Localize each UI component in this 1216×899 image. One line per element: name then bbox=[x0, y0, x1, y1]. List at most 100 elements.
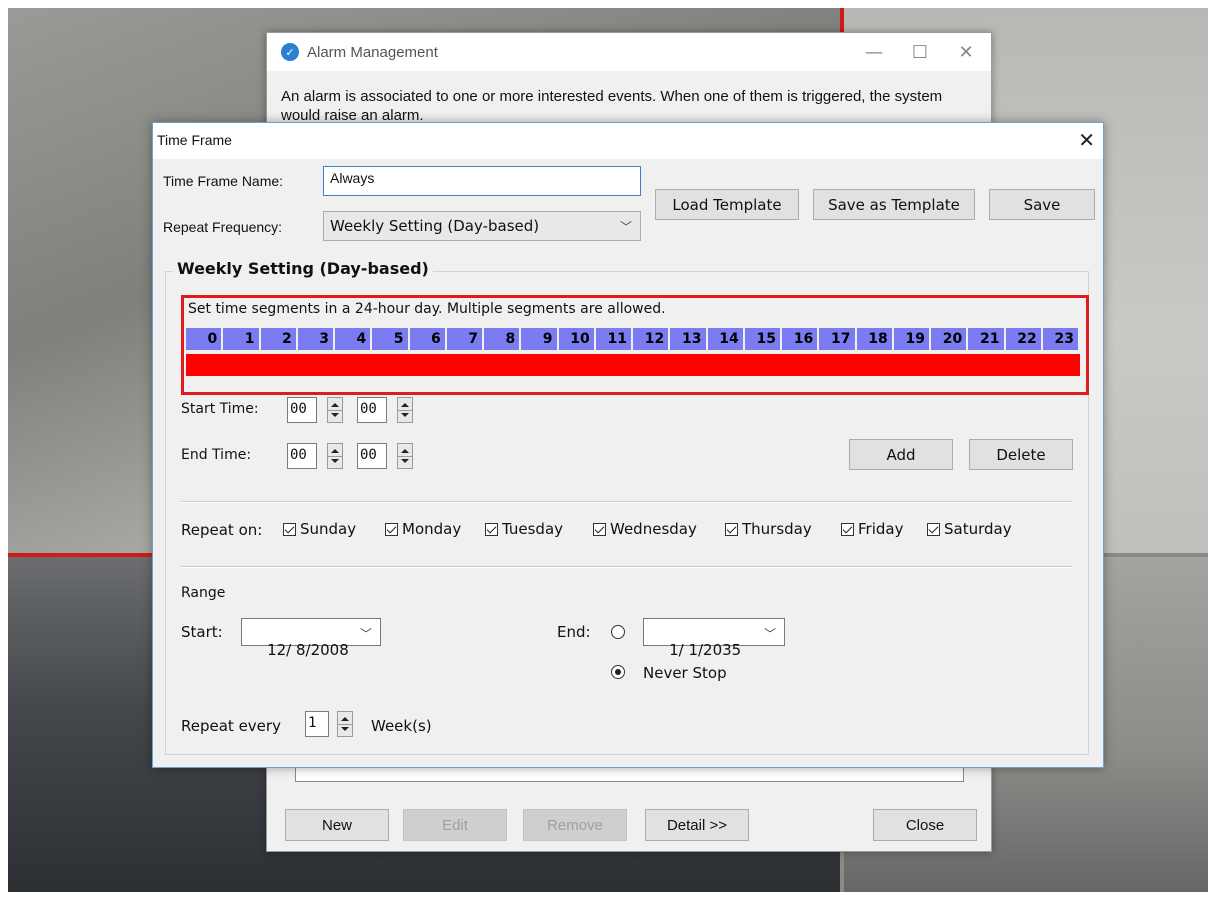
range-label: Range bbox=[181, 585, 226, 601]
repeat-day-tuesday-checkbox[interactable]: Tuesday bbox=[485, 520, 563, 538]
repeat-frequency-label: Repeat Frequency: bbox=[163, 219, 283, 235]
repeat-day-monday-checkbox[interactable]: Monday bbox=[385, 520, 461, 538]
start-hour-spinner[interactable] bbox=[327, 397, 343, 423]
close-icon[interactable]: ✕ bbox=[1078, 128, 1095, 153]
weekly-setting-title: Weekly Setting (Day-based) bbox=[173, 259, 433, 278]
day-label: Tuesday bbox=[502, 520, 564, 538]
delete-segment-button[interactable]: Delete bbox=[969, 439, 1073, 470]
day-label: Monday bbox=[402, 520, 462, 538]
hour-cell[interactable]: 11 bbox=[595, 328, 633, 350]
repeat-day-friday-checkbox[interactable]: Friday bbox=[841, 520, 903, 538]
maximize-button[interactable]: ☐ bbox=[897, 33, 943, 71]
remove-alarm-button[interactable]: Remove bbox=[523, 809, 627, 841]
range-end-date: 1/ 1/2035 bbox=[669, 641, 742, 659]
start-minute-input[interactable]: 00 bbox=[357, 397, 387, 423]
hour-cell[interactable]: 14 bbox=[707, 328, 745, 350]
repeat-frequency-select[interactable]: Weekly Setting (Day-based) ﹀ bbox=[323, 211, 641, 241]
chevron-down-icon: ﹀ bbox=[763, 627, 776, 641]
repeat-day-thursday-checkbox[interactable]: Thursday bbox=[725, 520, 812, 538]
end-date-radio[interactable] bbox=[611, 625, 625, 639]
hour-cell[interactable]: 23 bbox=[1042, 328, 1080, 350]
hour-cell[interactable]: 6 bbox=[409, 328, 447, 350]
day-label: Thursday bbox=[742, 520, 812, 538]
day-label: Sunday bbox=[300, 520, 357, 538]
timeline-editor[interactable]: Set time segments in a 24-hour day. Mult… bbox=[181, 295, 1089, 395]
start-minute-spinner[interactable] bbox=[397, 397, 413, 423]
checkbox-checked-icon bbox=[283, 522, 296, 536]
load-template-button[interactable]: Load Template bbox=[655, 189, 799, 220]
time-frame-title: Time Frame bbox=[157, 132, 232, 148]
app-icon: ✓ bbox=[281, 43, 299, 61]
hour-cell[interactable]: 13 bbox=[670, 328, 708, 350]
hour-cell[interactable]: 4 bbox=[335, 328, 373, 350]
end-minute-input[interactable]: 00 bbox=[357, 443, 387, 469]
hour-cell[interactable]: 5 bbox=[372, 328, 410, 350]
end-time-label: End Time: bbox=[181, 447, 252, 463]
hour-cell[interactable]: 1 bbox=[223, 328, 261, 350]
start-hour-input[interactable]: 00 bbox=[287, 397, 317, 423]
never-stop-label: Never Stop bbox=[643, 664, 727, 682]
chevron-down-icon: ﹀ bbox=[619, 220, 632, 234]
save-button[interactable]: Save bbox=[989, 189, 1095, 220]
hour-cell[interactable]: 16 bbox=[782, 328, 820, 350]
alarm-window-title: Alarm Management bbox=[307, 43, 438, 61]
end-hour-input[interactable]: 00 bbox=[287, 443, 317, 469]
checkbox-checked-icon bbox=[927, 522, 940, 536]
edit-alarm-button[interactable]: Edit bbox=[403, 809, 507, 841]
range-start-label: Start: bbox=[181, 623, 223, 641]
end-minute-spinner[interactable] bbox=[397, 443, 413, 469]
repeat-day-sunday-checkbox[interactable]: Sunday bbox=[283, 520, 356, 538]
hour-scale: 0 1 2 3 4 5 6 7 8 9 10 11 12 13 14 15 16 17 18 19 20 21 22 23 bbox=[186, 328, 1080, 350]
close-window-button[interactable]: ✕ bbox=[943, 33, 989, 71]
start-time-label: Start Time: bbox=[181, 401, 259, 417]
checkbox-checked-icon bbox=[485, 522, 498, 536]
hour-cell[interactable]: 22 bbox=[1005, 328, 1043, 350]
checkbox-checked-icon bbox=[725, 522, 738, 536]
time-segment-bar[interactable] bbox=[186, 354, 1080, 376]
repeat-every-input[interactable]: 1 bbox=[305, 711, 329, 737]
hour-cell[interactable]: 8 bbox=[484, 328, 522, 350]
hour-cell[interactable]: 9 bbox=[521, 328, 559, 350]
hour-cell[interactable]: 2 bbox=[260, 328, 298, 350]
checkbox-checked-icon bbox=[385, 522, 398, 536]
detail-button[interactable]: Detail >> bbox=[645, 809, 749, 841]
time-frame-name-label: Time Frame Name: bbox=[163, 173, 284, 189]
add-segment-button[interactable]: Add bbox=[849, 439, 953, 470]
new-alarm-button[interactable]: New bbox=[285, 809, 389, 841]
range-start-date: 12/ 8/2008 bbox=[267, 641, 349, 659]
chevron-down-icon: ﹀ bbox=[359, 627, 372, 641]
hour-cell[interactable]: 15 bbox=[744, 328, 782, 350]
hour-cell[interactable]: 0 bbox=[186, 328, 224, 350]
hour-cell[interactable]: 21 bbox=[968, 328, 1006, 350]
time-frame-name-input[interactable]: Always bbox=[323, 166, 641, 196]
time-frame-dialog: Time Frame ✕ Time Frame Name: Always Rep… bbox=[152, 122, 1104, 768]
close-alarm-button[interactable]: Close bbox=[873, 809, 977, 841]
hour-cell[interactable]: 10 bbox=[558, 328, 596, 350]
repeat-every-label: Repeat every bbox=[181, 717, 281, 735]
day-label: Saturday bbox=[944, 520, 1012, 538]
save-as-template-button[interactable]: Save as Template bbox=[813, 189, 975, 220]
hour-cell[interactable]: 12 bbox=[633, 328, 671, 350]
repeat-every-unit: Week(s) bbox=[371, 717, 432, 735]
alarm-description: An alarm is associated to one or more in… bbox=[281, 88, 943, 124]
repeat-day-saturday-checkbox[interactable]: Saturday bbox=[927, 520, 1012, 538]
minimize-button[interactable]: — bbox=[851, 33, 897, 71]
hour-cell[interactable]: 20 bbox=[931, 328, 969, 350]
hour-cell[interactable]: 19 bbox=[893, 328, 931, 350]
hour-cell[interactable]: 17 bbox=[819, 328, 857, 350]
range-end-date-picker[interactable]: 1/ 1/2035 ﹀ bbox=[643, 618, 785, 659]
checkbox-checked-icon bbox=[593, 522, 606, 536]
time-frame-titlebar[interactable]: Time Frame ✕ bbox=[153, 123, 1103, 159]
hour-cell[interactable]: 3 bbox=[297, 328, 335, 350]
hour-cell[interactable]: 18 bbox=[856, 328, 894, 350]
repeat-frequency-value: Weekly Setting (Day-based) bbox=[330, 217, 540, 235]
never-stop-radio[interactable] bbox=[611, 665, 625, 679]
hour-cell[interactable]: 7 bbox=[446, 328, 484, 350]
separator bbox=[181, 566, 1073, 568]
range-start-date-picker[interactable]: 12/ 8/2008 ﹀ bbox=[241, 618, 381, 659]
day-label: Wednesday bbox=[610, 520, 697, 538]
end-hour-spinner[interactable] bbox=[327, 443, 343, 469]
repeat-day-wednesday-checkbox[interactable]: Wednesday bbox=[593, 520, 697, 538]
repeat-every-spinner[interactable] bbox=[337, 711, 353, 737]
checkbox-checked-icon bbox=[841, 522, 854, 536]
